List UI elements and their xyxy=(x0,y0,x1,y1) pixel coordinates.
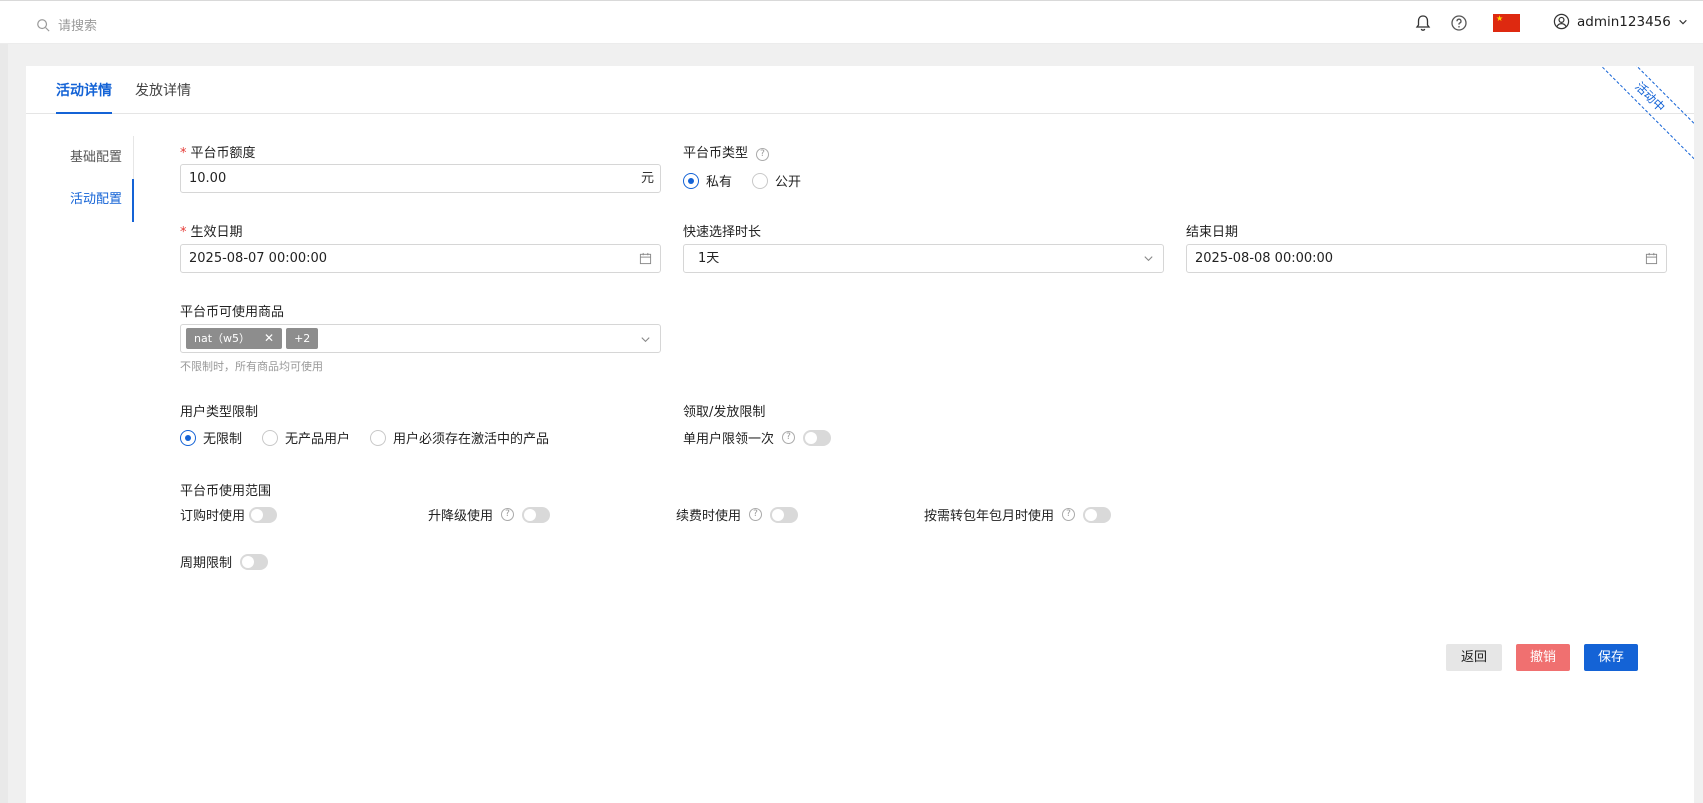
tab-activity-detail[interactable]: 活动详情 xyxy=(56,80,112,114)
product-tag-label: nat（w5） xyxy=(194,332,251,345)
help-icon[interactable]: ? xyxy=(501,508,515,521)
amount-value: 10.00 xyxy=(189,171,227,186)
chevron-down-icon xyxy=(1679,19,1687,24)
usage-order-toggle[interactable] xyxy=(249,506,278,523)
radio-checked-icon xyxy=(180,429,196,446)
duration-value: 1天 xyxy=(698,251,720,266)
tab-bar: 活动详情 发放详情 xyxy=(26,66,1694,114)
radio-unchecked-icon xyxy=(262,429,279,446)
radio-label: 无产品用户 xyxy=(285,432,351,447)
radio-label: 公开 xyxy=(775,175,802,190)
bell-icon[interactable] xyxy=(1414,14,1432,32)
user-type-radio-group: 无限制 无产品用户 用户必须存在激活中的产品 xyxy=(180,428,569,447)
search-input[interactable]: 请搜索 xyxy=(58,15,97,34)
product-tag: nat（w5） ✕ xyxy=(186,328,283,349)
username: admin123456 xyxy=(1577,13,1671,30)
help-icon[interactable]: ? xyxy=(1062,508,1076,521)
usage-convert-toggle[interactable] xyxy=(1083,506,1112,523)
help-icon[interactable]: ? xyxy=(749,508,763,521)
side-item-basic-config[interactable]: 基础配置 xyxy=(70,146,122,165)
period-limit-toggle[interactable] xyxy=(240,553,269,570)
calendar-icon xyxy=(1645,252,1658,265)
radio-no-product-user[interactable]: 无产品用户 xyxy=(262,428,350,447)
calendar-icon xyxy=(639,252,652,265)
china-flag-icon[interactable]: ★ xyxy=(1493,14,1520,32)
user-menu[interactable]: admin123456 xyxy=(1553,13,1688,30)
usage-renew-field: 续费时使用? xyxy=(676,505,799,524)
single-user-once-label: 单用户限领一次 xyxy=(683,432,775,447)
radio-label: 用户必须存在激活中的产品 xyxy=(393,432,550,447)
products-select[interactable]: nat（w5） ✕ +2 xyxy=(180,324,661,353)
start-date-value: 2025-08-07 00:00:00 xyxy=(189,251,328,266)
amount-suffix: 元 xyxy=(640,171,654,186)
back-button[interactable]: 返回 xyxy=(1446,644,1502,671)
period-limit-label: 周期限制 xyxy=(180,556,233,571)
help-icon[interactable]: ? xyxy=(782,431,796,444)
user-avatar-icon xyxy=(1553,13,1570,30)
close-icon[interactable]: ✕ xyxy=(264,331,274,345)
radio-checked-icon xyxy=(683,172,699,189)
radio-label: 无限制 xyxy=(203,432,243,447)
search-box[interactable]: 请搜索 xyxy=(36,15,97,34)
search-icon xyxy=(37,18,50,32)
tab-distribution-detail[interactable]: 发放详情 xyxy=(135,80,191,112)
start-date-label: * 生效日期 xyxy=(180,225,243,240)
radio-unchecked-icon xyxy=(370,429,387,446)
coin-type-label: 平台币类型? xyxy=(683,142,770,161)
top-bar: 请搜索 ★ admin123456 xyxy=(0,0,1703,44)
usage-upgrade-toggle[interactable] xyxy=(522,506,551,523)
usage-convert-field: 按需转包年包月时使用? xyxy=(924,505,1112,524)
save-button[interactable]: 保存 xyxy=(1584,644,1638,671)
radio-private[interactable]: 私有 xyxy=(683,171,732,190)
help-icon[interactable] xyxy=(1450,14,1468,32)
chevron-down-icon xyxy=(1144,256,1153,262)
single-user-once-field: 单用户限领一次? xyxy=(683,428,832,447)
usage-convert-label: 按需转包年包月时使用 xyxy=(924,509,1055,524)
amount-label: * 平台币额度 xyxy=(180,146,256,161)
revoke-button[interactable]: 撤销 xyxy=(1516,644,1570,671)
end-date-label: 结束日期 xyxy=(1186,225,1239,240)
help-icon[interactable]: ? xyxy=(756,148,770,161)
usage-renew-toggle[interactable] xyxy=(770,506,799,523)
side-item-activity-config[interactable]: 活动配置 xyxy=(70,188,122,207)
radio-no-limit[interactable]: 无限制 xyxy=(180,428,242,447)
duration-label: 快速选择时长 xyxy=(683,225,762,240)
radio-public[interactable]: 公开 xyxy=(752,171,801,190)
end-date-value: 2025-08-08 00:00:00 xyxy=(1195,251,1334,266)
left-gutter xyxy=(0,44,8,803)
usage-order-label: 订购时使用 xyxy=(180,509,246,524)
chevron-down-icon xyxy=(641,337,650,343)
radio-unchecked-icon xyxy=(752,172,769,189)
usage-upgrade-label: 升降级使用 xyxy=(428,509,494,524)
side-active-indicator xyxy=(132,179,134,222)
single-user-once-toggle[interactable] xyxy=(803,429,832,446)
products-hint: 不限制时，所有商品均可使用 xyxy=(180,360,323,373)
usage-order-field: 订购时使用 xyxy=(180,505,278,524)
side-nav: 基础配置 活动配置 xyxy=(26,136,134,222)
claim-limit-label: 领取/发放限制 xyxy=(683,405,766,420)
main-card: 活动详情 发放详情 活动中 基础配置 活动配置 * 平台币额度 10.00 元 平… xyxy=(26,66,1694,803)
user-type-label: 用户类型限制 xyxy=(180,405,259,420)
amount-input[interactable]: 10.00 元 xyxy=(180,164,661,193)
radio-active-product-user[interactable]: 用户必须存在激活中的产品 xyxy=(370,428,549,447)
radio-label: 私有 xyxy=(706,175,733,190)
usage-renew-label: 续费时使用 xyxy=(676,509,742,524)
period-limit-field: 周期限制 xyxy=(180,552,269,571)
coin-type-radio-group: 私有 公开 xyxy=(683,171,821,190)
usage-scope-label: 平台币使用范围 xyxy=(180,484,272,499)
duration-select[interactable]: 1天 xyxy=(683,244,1164,273)
more-tags-badge[interactable]: +2 xyxy=(286,328,319,349)
end-date-input[interactable]: 2025-08-08 00:00:00 xyxy=(1186,244,1667,273)
products-label: 平台币可使用商品 xyxy=(180,305,285,320)
start-date-input[interactable]: 2025-08-07 00:00:00 xyxy=(180,244,661,273)
usage-upgrade-field: 升降级使用? xyxy=(428,505,551,524)
